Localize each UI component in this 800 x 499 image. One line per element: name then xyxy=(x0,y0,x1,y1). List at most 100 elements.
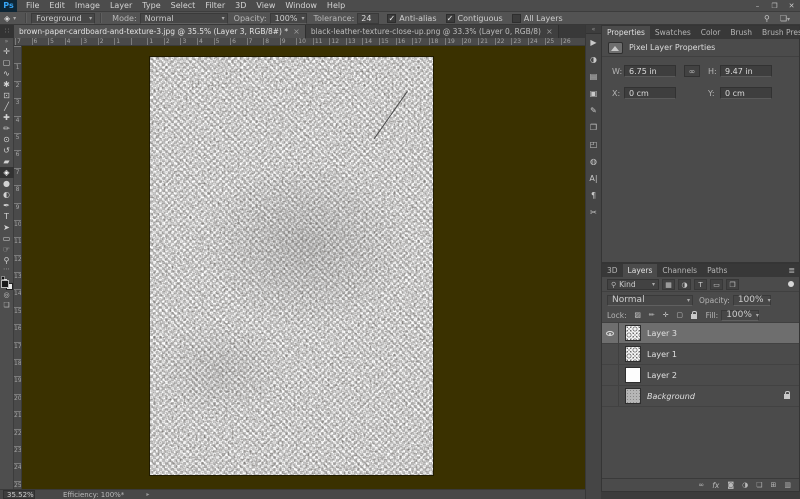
search-icon[interactable]: ⚲ xyxy=(764,14,770,23)
lasso-tool[interactable]: ∿ xyxy=(0,68,14,79)
layer-name[interactable]: Layer 1 xyxy=(647,350,677,359)
mode-dropdown[interactable]: Normal ▾ xyxy=(140,13,228,24)
paragraph-icon[interactable]: ¶ xyxy=(586,187,602,204)
panel-tab[interactable]: Channels xyxy=(657,264,702,277)
link-dimensions-icon[interactable]: ∞ xyxy=(684,65,700,77)
layer-name[interactable]: Layer 3 xyxy=(647,329,677,338)
layer-thumbnail[interactable] xyxy=(625,346,641,362)
adjustments-icon[interactable]: ◑ xyxy=(586,51,602,68)
expand-panels-icon[interactable]: « xyxy=(586,25,601,34)
tolerance-input[interactable]: 24 xyxy=(357,13,379,24)
y-input[interactable]: 0 cm xyxy=(720,87,772,99)
panel-tab[interactable]: Swatches xyxy=(650,26,696,39)
fill-dropdown[interactable]: 100% ▾ xyxy=(721,310,759,321)
document-canvas[interactable] xyxy=(150,57,433,475)
layer-thumbnail[interactable] xyxy=(625,367,641,383)
shape-layer-filter-icon[interactable]: ▭ xyxy=(710,279,723,290)
panel-tab[interactable]: Brush xyxy=(725,26,757,39)
screen-mode-button[interactable]: ❏ xyxy=(0,300,14,310)
quick-selection-tool[interactable]: ✱ xyxy=(0,79,14,90)
visibility-toggle[interactable] xyxy=(602,365,619,385)
menu-item[interactable]: View xyxy=(251,0,280,12)
libraries-icon[interactable]: ▣ xyxy=(586,85,602,102)
marquee-tool[interactable]: ▢ xyxy=(0,57,14,68)
zoom-level-input[interactable]: 35.52% xyxy=(3,490,35,499)
layer-thumbnail[interactable] xyxy=(625,388,641,404)
menu-item[interactable]: Image xyxy=(70,0,105,12)
notes-icon[interactable]: ✎ xyxy=(586,102,602,119)
layer-row[interactable]: Background xyxy=(602,386,799,407)
layer-opacity-dropdown[interactable]: 100% ▾ xyxy=(733,295,771,306)
vertical-ruler[interactable]: 1234567891011121314151617181920212223242… xyxy=(14,46,22,489)
active-tool-button[interactable]: ◈ ▾ xyxy=(0,14,20,23)
opacity-dropdown[interactable]: 100% ▾ xyxy=(270,13,308,24)
restore-button[interactable]: ❐ xyxy=(766,0,783,12)
eraser-tool[interactable]: ▰ xyxy=(0,156,14,167)
type-tool[interactable]: T xyxy=(0,211,14,222)
type-layer-filter-icon[interactable]: T xyxy=(694,279,707,290)
crop-tool[interactable]: ⊡ xyxy=(0,90,14,101)
layer-name[interactable]: Layer 2 xyxy=(647,371,677,380)
layer-row[interactable]: Layer 3 xyxy=(602,323,799,344)
panel-tab[interactable]: Paths xyxy=(702,264,732,277)
document-tab[interactable]: brown-paper-cardboard-and-texture-3.jpg … xyxy=(14,25,306,38)
layer-row[interactable]: Layer 2 xyxy=(602,365,799,386)
actions-icon[interactable]: ▶ xyxy=(586,34,602,51)
pasteboard[interactable] xyxy=(22,46,585,489)
edit-toolbar-icon[interactable]: ⋯ xyxy=(3,266,10,274)
link-layers-icon[interactable]: ∞ xyxy=(698,479,704,492)
menu-item[interactable]: Edit xyxy=(44,0,70,12)
histogram-icon[interactable]: ◍ xyxy=(586,153,602,170)
eyedropper-tool[interactable]: ╱ xyxy=(0,101,14,112)
move-tool[interactable]: ✛ xyxy=(0,46,14,57)
healing-brush-tool[interactable]: ✚ xyxy=(0,112,14,123)
panel-tab[interactable]: Properties xyxy=(602,26,650,39)
panel-tab[interactable]: Layers xyxy=(623,264,658,277)
lock-artboard-icon[interactable]: ▢ xyxy=(674,310,686,321)
hand-tool[interactable]: ☞ xyxy=(0,244,14,255)
lock-image-pixels-icon[interactable]: ✏ xyxy=(646,310,658,321)
checkbox[interactable]: ✓ xyxy=(387,14,396,23)
quick-mask-button[interactable]: ◎ xyxy=(0,290,14,300)
checkbox[interactable]: ✓ xyxy=(446,14,455,23)
fill-source-dropdown[interactable]: Foreground ▾ xyxy=(31,13,95,24)
x-input[interactable]: 0 cm xyxy=(624,87,676,99)
adjustment-layer-filter-icon[interactable]: ◑ xyxy=(678,279,691,290)
status-options-chevron-icon[interactable]: ▸ xyxy=(146,491,149,498)
menu-item[interactable]: Type xyxy=(137,0,165,12)
new-layer-icon[interactable]: ⊞ xyxy=(771,479,777,492)
slice-icon[interactable]: ✂ xyxy=(586,204,602,221)
shape-tool[interactable]: ▭ xyxy=(0,233,14,244)
menu-item[interactable]: Layer xyxy=(105,0,137,12)
document-tab[interactable]: black-leather-texture-close-up.png @ 33.… xyxy=(306,25,559,38)
blend-mode-dropdown[interactable]: Normal ▾ xyxy=(607,295,693,306)
menu-item[interactable]: Help xyxy=(322,0,350,12)
pixel-layer-filter-icon[interactable]: ▦ xyxy=(662,279,675,290)
filtering-toggle[interactable] xyxy=(788,281,794,287)
menu-item[interactable]: Select xyxy=(166,0,201,12)
panel-tab[interactable]: 3D xyxy=(602,264,623,277)
filter-kind-dropdown[interactable]: ⚲Kind ▾ xyxy=(607,279,659,290)
brush-tool[interactable]: ✏ xyxy=(0,123,14,134)
character-icon[interactable]: A| xyxy=(586,170,602,187)
option-checkbox[interactable]: ✓ Contiguous xyxy=(446,14,503,23)
layer-thumbnail[interactable] xyxy=(625,325,641,341)
layer-effects-icon[interactable]: fx xyxy=(712,479,719,492)
foreground-color-swatch[interactable] xyxy=(1,280,9,288)
checkbox[interactable] xyxy=(512,14,521,23)
visibility-toggle[interactable] xyxy=(602,386,619,406)
styles-icon[interactable]: ▤ xyxy=(586,68,602,85)
menu-item[interactable]: File xyxy=(21,0,44,12)
new-group-icon[interactable]: ❏ xyxy=(756,479,762,492)
visibility-toggle[interactable] xyxy=(602,344,619,364)
menu-item[interactable]: Window xyxy=(280,0,322,12)
layer-row[interactable]: Layer 1 xyxy=(602,344,799,365)
layer-name[interactable]: Background xyxy=(647,392,695,401)
close-tab-icon[interactable]: × xyxy=(293,27,300,36)
workspace-switcher[interactable]: ❏▾ xyxy=(780,14,790,23)
clone-stamp-tool[interactable]: ⊙ xyxy=(0,134,14,145)
height-input[interactable]: 9.47 in xyxy=(720,65,772,77)
smart-object-filter-icon[interactable]: ❐ xyxy=(726,279,739,290)
menu-item[interactable]: Filter xyxy=(200,0,230,12)
new-adjustment-layer-icon[interactable]: ◑ xyxy=(742,479,748,492)
